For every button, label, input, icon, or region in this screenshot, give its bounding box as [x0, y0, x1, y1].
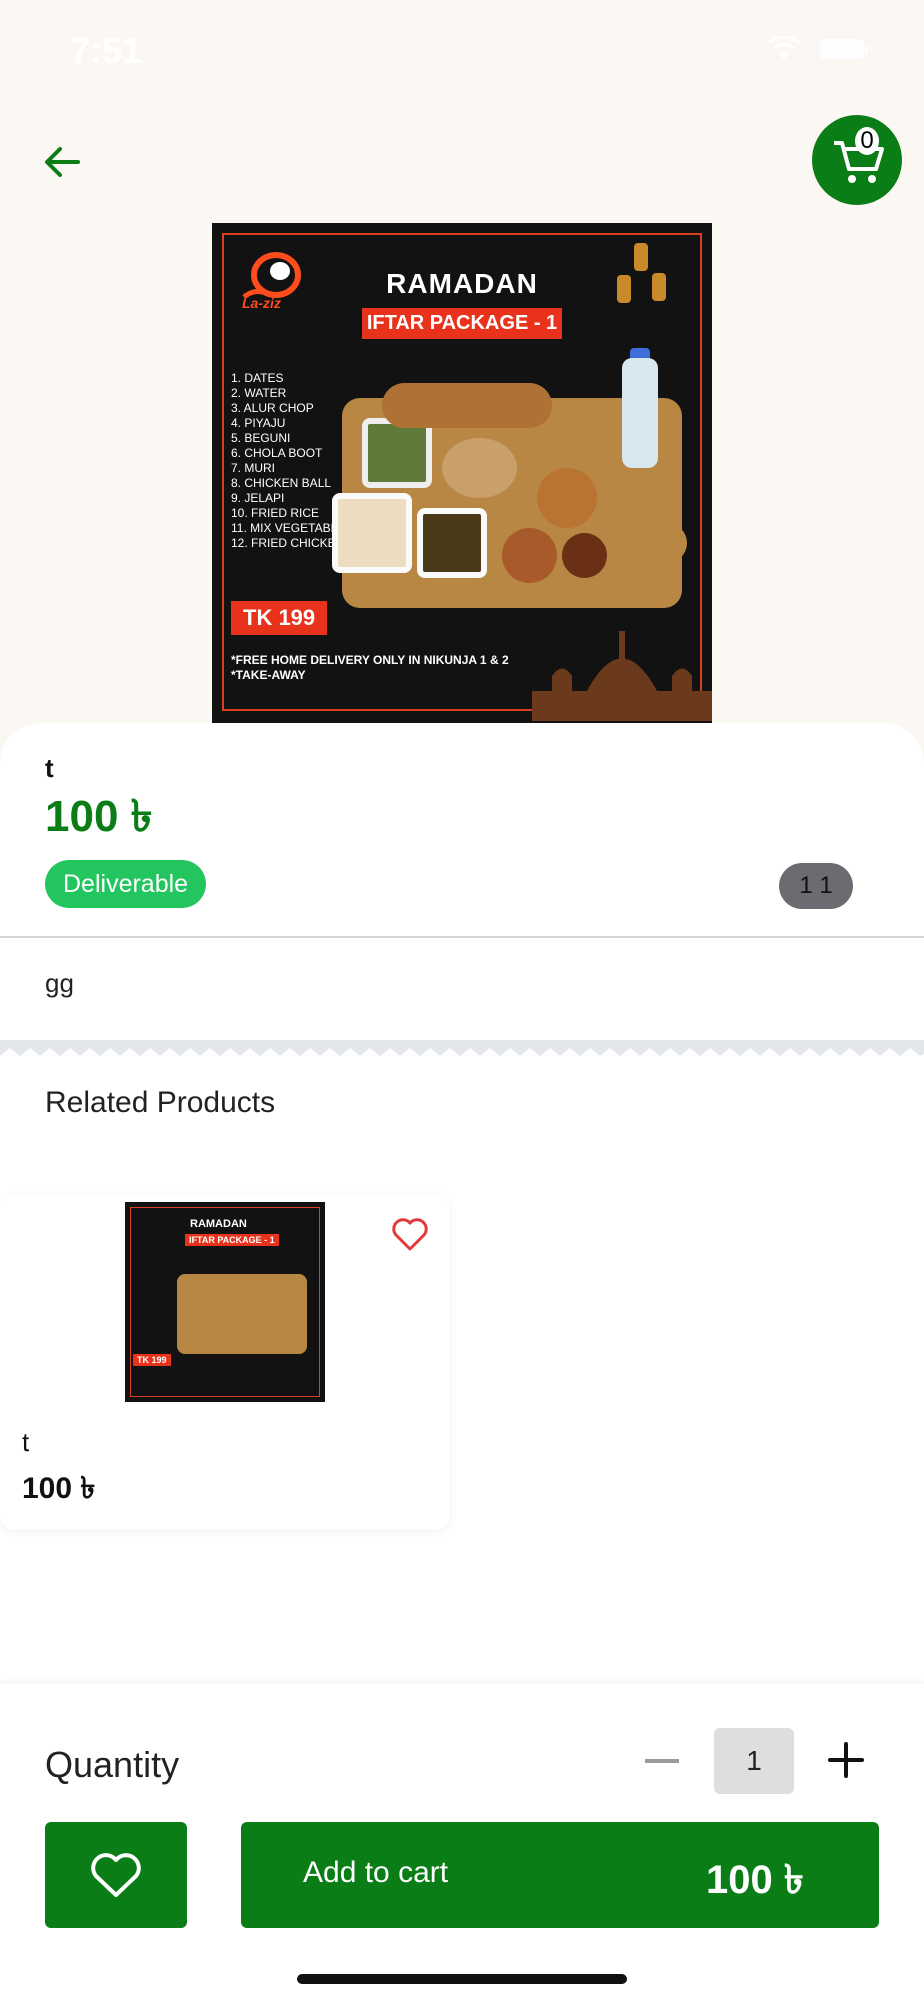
related-favorite-button[interactable] [390, 1214, 430, 1254]
menu-item: 10. FRIED RICE [231, 506, 320, 520]
menu-item: 8. CHICKEN BALL [231, 476, 332, 490]
mosque-silhouette [532, 631, 712, 721]
water-bottle [622, 358, 658, 468]
brand-name: La-ziz [242, 295, 281, 311]
product-detail-sheet: t 100 ৳ Deliverable 1 1 gg [0, 723, 924, 1043]
add-to-cart-button[interactable]: Add to cart 100 ৳ [241, 1822, 879, 1928]
quantity-value[interactable]: 1 [714, 1728, 794, 1794]
food-item [362, 418, 432, 488]
product-price: 100 ৳ [45, 792, 153, 841]
related-product-price: 100 ৳ [22, 1472, 96, 1505]
heart-outline-icon [91, 1853, 141, 1897]
add-to-cart-label: Add to cart [303, 1856, 449, 1889]
back-button[interactable] [40, 140, 84, 184]
increase-quantity-button[interactable] [826, 1740, 866, 1780]
battery-icon [820, 39, 868, 59]
promo-title: RAMADAN [386, 268, 538, 299]
arrow-left-icon [45, 147, 80, 177]
status-time: 7:51 [70, 30, 143, 71]
lantern-icon [617, 275, 631, 303]
lantern-icon [652, 273, 666, 301]
promo-delivery-note: *FREE HOME DELIVERY ONLY IN NIKUNJA 1 & … [231, 653, 509, 683]
menu-item: 5. BEGUNI [231, 431, 291, 445]
related-products-section: Related Products RAMADAN IFTAR PACKAGE -… [0, 1056, 924, 1686]
total-price: 100 ৳ [706, 1858, 804, 1902]
promo-menu-list: 1. DATES 2. WATER 3. ALUR CHOP 4. PIYAJU… [231, 371, 345, 551]
product-name: t [45, 753, 54, 783]
thumb-title: RAMADAN [190, 1218, 247, 1230]
bottom-action-bar: Quantity 1 Add to cart 100 ৳ [0, 1684, 924, 2000]
favorite-button[interactable] [45, 1822, 187, 1928]
decrease-quantity-button[interactable] [645, 1759, 679, 1763]
home-indicator [297, 1974, 627, 1984]
board-handle [632, 523, 687, 563]
related-product-image: RAMADAN IFTAR PACKAGE - 1 TK 199 [125, 1202, 325, 1402]
food-item [332, 493, 412, 573]
food-item [562, 533, 607, 578]
note-line: *FREE HOME DELIVERY ONLY IN NIKUNJA 1 & … [231, 653, 509, 667]
food-item [502, 528, 557, 583]
food-item [382, 383, 552, 428]
thumb-board [177, 1274, 307, 1354]
related-product-card[interactable]: RAMADAN IFTAR PACKAGE - 1 TK 199 t 100 ৳ [0, 1194, 450, 1530]
zigzag-separator [0, 1040, 924, 1056]
menu-item: 11. MIX VEGETABLE [231, 521, 346, 535]
menu-item: 9. JELAPI [231, 491, 285, 505]
menu-item: 1. DATES [231, 371, 284, 385]
status-bar: 7:51 [0, 0, 924, 100]
plus-icon [828, 1742, 864, 1778]
menu-item: 7. MURI [231, 461, 276, 475]
heart-outline-icon [392, 1218, 428, 1251]
product-image: La-ziz RAMADAN IFTAR PACKAGE - 1 1. DATE… [212, 223, 712, 723]
stock-badge: 1 1 [779, 863, 853, 909]
quantity-label: Quantity [45, 1744, 180, 1785]
menu-item: 6. CHOLA BOOT [231, 446, 323, 460]
related-product-name: t [22, 1427, 30, 1457]
promo-price-tag: TK 199 [231, 601, 328, 635]
lantern-icon [634, 243, 648, 271]
cart-button[interactable]: 0 [812, 115, 902, 205]
cart-count-badge: 0 [855, 127, 879, 155]
deliverable-badge: Deliverable [45, 860, 207, 908]
food-item [537, 468, 597, 528]
note-line: *TAKE-AWAY [231, 668, 306, 682]
food-item [417, 508, 487, 578]
status-icons [767, 36, 869, 62]
menu-item: 12. FRIED CHICKEN [231, 536, 345, 550]
menu-item: 3. ALUR CHOP [231, 401, 314, 415]
divider [0, 936, 924, 938]
product-description: gg [45, 968, 74, 998]
related-products-title: Related Products [45, 1086, 276, 1119]
food-item [442, 438, 517, 498]
thumb-subtitle: IFTAR PACKAGE - 1 [185, 1234, 279, 1246]
promo-subtitle: IFTAR PACKAGE - 1 [362, 308, 562, 339]
thumb-price: TK 199 [133, 1354, 171, 1366]
menu-item: 2. WATER [231, 386, 287, 400]
menu-item: 4. PIYAJU [231, 416, 286, 430]
wifi-icon [767, 36, 801, 60]
